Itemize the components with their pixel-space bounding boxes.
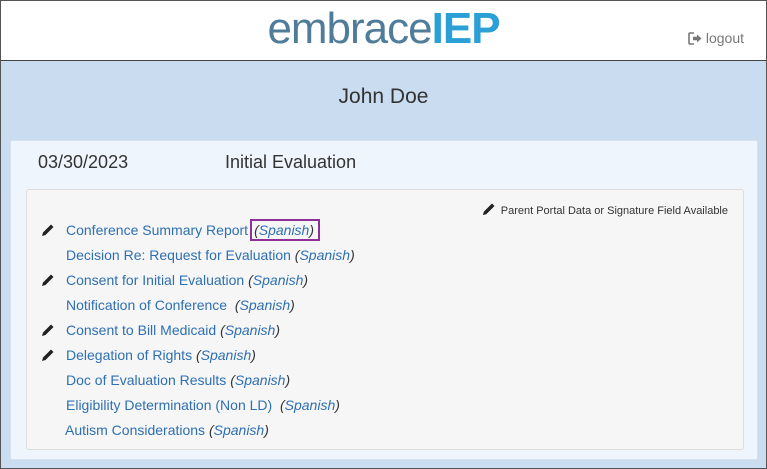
spanish-link[interactable]: Spanish [240,297,291,313]
document-link[interactable]: Decision Re: Request for Evaluation [66,247,291,263]
spanish-link[interactable]: Spanish [235,372,286,388]
pencil-icon [41,321,59,339]
header: embraceIEP logout [1,1,766,61]
meeting-type: Initial Evaluation [225,152,357,172]
document-link[interactable]: Eligibility Determination (Non LD) [66,397,272,413]
document-row: Conference Summary Report (Spanish) [41,219,321,241]
app-window: embraceIEP logout John Doe 03/30/2023 In… [0,0,767,469]
spanish-link[interactable]: Spanish [285,397,336,413]
document-link[interactable]: Consent for Initial Evaluation [66,272,244,288]
student-banner: John Doe [1,61,766,137]
logo-text-iep: IEP [431,4,501,53]
spanish-link[interactable]: Spanish [225,322,276,338]
pencil-icon [482,202,496,219]
document-link[interactable]: Autism Considerations [65,422,205,438]
document-row: Delegation of Rights (Spanish) [41,345,256,365]
pencil-icon [41,271,59,289]
document-row: Consent for Initial Evaluation (Spanish) [41,270,308,290]
document-row: Decision Re: Request for Evaluation (Spa… [66,247,355,263]
logout-button[interactable]: logout [688,30,744,46]
student-name: John Doe [338,85,429,108]
spanish-link[interactable]: Spanish [259,222,310,238]
logout-label: logout [705,30,744,46]
logo: embraceIEP [1,4,766,54]
document-row: Eligibility Determination (Non LD) (Span… [66,397,340,413]
spanish-link[interactable]: Spanish [201,347,252,363]
meeting-date: 03/30/2023 [38,152,129,172]
spanish-link[interactable]: Spanish [214,422,265,438]
pencil-icon [41,346,59,364]
document-row: Notification of Conference (Spanish) [66,297,295,313]
document-link[interactable]: Consent to Bill Medicaid [66,322,216,338]
logo-text-embrace: embrace [267,4,432,53]
document-row: Consent to Bill Medicaid (Spanish) [41,320,280,340]
legend: Parent Portal Data or Signature Field Av… [482,202,728,219]
legend-text: Parent Portal Data or Signature Field Av… [500,204,728,217]
highlight-box: (Spanish) [250,219,321,241]
spanish-link[interactable]: Spanish [253,272,304,288]
meeting-card: 03/30/2023 Initial Evaluation Parent Por… [10,140,758,460]
document-row: Doc of Evaluation Results (Spanish) [66,372,291,388]
logout-icon [688,31,703,45]
document-link[interactable]: Doc of Evaluation Results [66,372,226,388]
document-link[interactable]: Notification of Conference [66,297,227,313]
pencil-icon [41,221,59,239]
document-link[interactable]: Conference Summary Report [66,222,248,238]
document-row: Autism Considerations (Spanish) [65,422,269,438]
document-link[interactable]: Delegation of Rights [66,347,192,363]
document-list: Parent Portal Data or Signature Field Av… [26,189,744,450]
spanish-link[interactable]: Spanish [299,247,350,263]
